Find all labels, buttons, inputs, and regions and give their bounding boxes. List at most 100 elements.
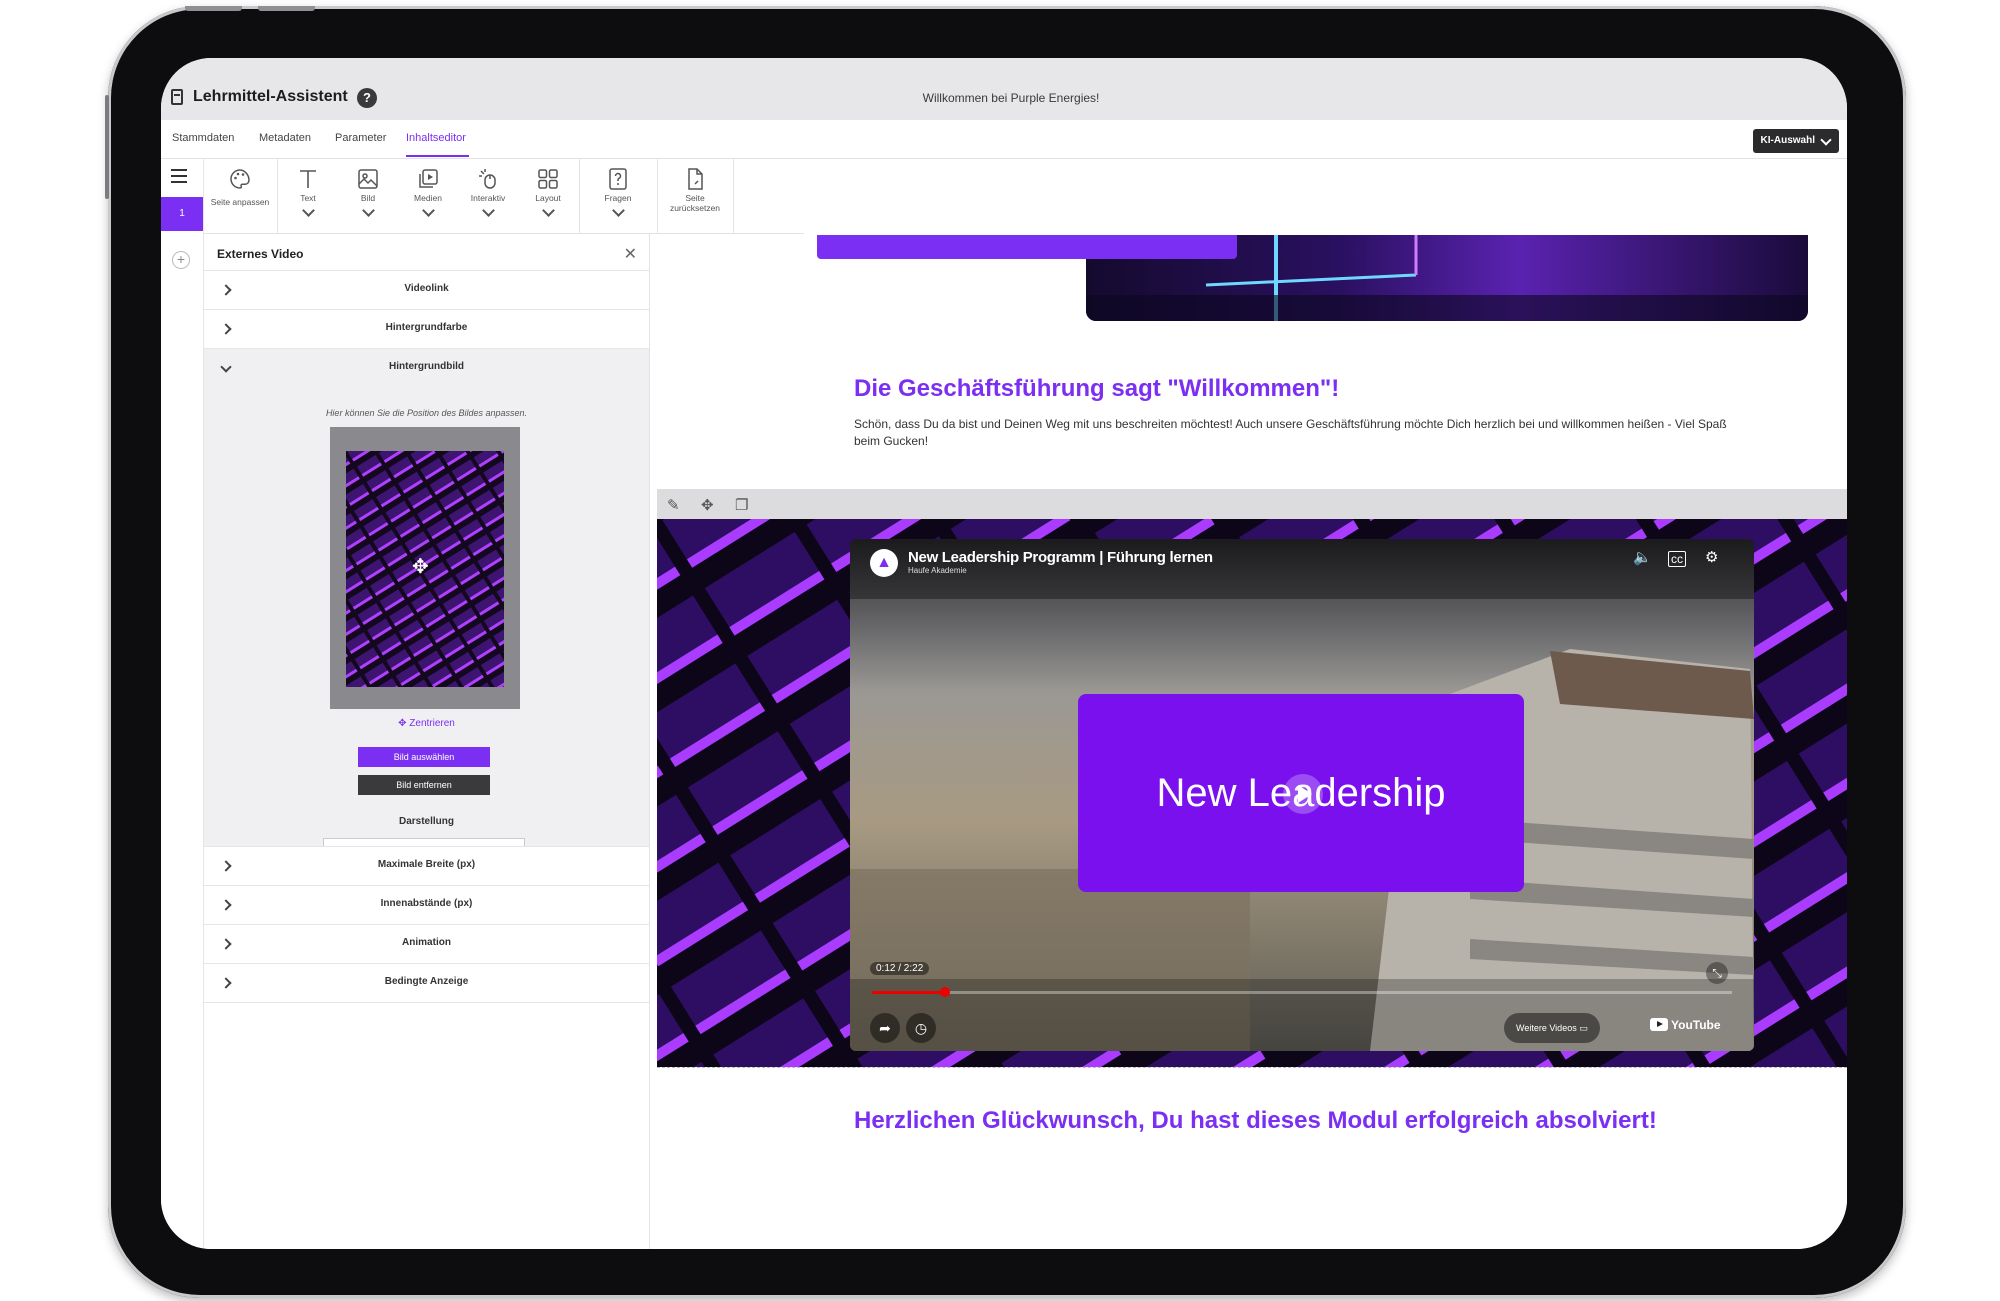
settings-gear-icon[interactable]: ⚙ <box>1705 548 1718 566</box>
tool-layout[interactable]: Layout <box>518 159 578 233</box>
center-label: Zentrieren <box>409 718 455 729</box>
more-videos-button[interactable]: Weitere Videos ▭ <box>1504 1013 1600 1043</box>
layout-icon <box>538 169 558 189</box>
video-title[interactable]: New Leadership Programm | Führung lernen <box>908 549 1213 566</box>
section-label: Videolink <box>404 283 449 294</box>
hamburger-menu-icon[interactable] <box>171 169 187 183</box>
tool-label: Fragen <box>604 193 632 203</box>
share-icon[interactable]: ➦ <box>870 1013 900 1043</box>
page-canvas: Die Geschäftsführung sagt "Willkommen"! … <box>653 235 1847 1249</box>
text-icon <box>300 170 316 188</box>
chevron-down-icon <box>421 204 435 217</box>
active-tab-indicator <box>406 155 469 157</box>
tool-label: Medien <box>414 193 442 203</box>
captions-icon[interactable]: cc <box>1668 551 1686 567</box>
youtube-brand: YouTube <box>1671 1018 1721 1032</box>
heading-welcome: Die Geschäftsführung sagt "Willkommen"! <box>854 375 1340 402</box>
section-videolink[interactable]: Videolink <box>204 270 649 309</box>
page-rail: 1 + <box>161 159 204 1249</box>
tool-seite-zuruecksetzen[interactable]: Seite zurücksetzen <box>658 159 732 233</box>
move-icon[interactable]: ✥ <box>412 557 429 577</box>
edit-pencil-icon[interactable]: ✎ <box>667 496 680 514</box>
video-channel[interactable]: Haufe Akademie <box>908 566 967 575</box>
youtube-embed[interactable]: ▲ New Leadership Programm | Führung lern… <box>850 539 1754 1051</box>
tab-stammdaten[interactable]: Stammdaten <box>172 132 234 144</box>
tab-bar: Stammdaten Metadaten Parameter Inhaltsed… <box>161 120 1847 159</box>
display-label: Darstellung <box>398 816 454 827</box>
external-video-block[interactable]: ▲ New Leadership Programm | Führung lern… <box>657 519 1847 1068</box>
chevron-down-icon <box>541 204 555 217</box>
tool-medien[interactable]: Medien <box>398 159 458 233</box>
close-icon[interactable]: ✕ <box>624 244 637 264</box>
properties-panel: Externes Video ✕ Videolink Hintergrundfa… <box>204 234 650 1249</box>
section-bedingte-anzeige[interactable]: Bedingte Anzeige <box>204 963 649 1003</box>
select-image-button[interactable]: Bild auswählen <box>358 747 490 767</box>
tool-interaktiv[interactable]: Interaktiv <box>458 159 518 233</box>
media-icon <box>419 169 438 188</box>
section-label: Hintergrundfarbe <box>385 322 468 333</box>
section-animation[interactable]: Animation <box>204 924 649 963</box>
youtube-logo[interactable]: YouTube <box>1650 1018 1721 1032</box>
section-innenabstaende[interactable]: Innenabstände (px) <box>204 885 649 924</box>
section-label[interactable]: Hintergrundbild <box>204 361 649 372</box>
tool-label: Seite zurücksetzen <box>669 193 721 213</box>
image-icon <box>358 169 378 189</box>
video-time: 0:12 / 2:22 <box>870 962 930 975</box>
duplicate-block-icon[interactable]: ❐ <box>735 496 748 514</box>
section-label: Maximale Breite (px) <box>377 859 476 870</box>
watch-later-clock-icon[interactable]: ◷ <box>906 1013 936 1043</box>
section-max-breite[interactable]: Maximale Breite (px) <box>204 846 649 885</box>
title-card: New Leadership <box>1078 694 1524 892</box>
fullscreen-icon[interactable]: ⤡ <box>1706 962 1728 984</box>
tab-metadaten[interactable]: Metadaten <box>259 132 311 144</box>
remove-image-button[interactable]: Bild entfernen <box>358 775 490 795</box>
position-hint: Hier können Sie die Position des Bildes … <box>325 408 528 418</box>
center-link[interactable]: ✥ Zentrieren <box>204 718 649 729</box>
device-button-top-left <box>185 6 242 11</box>
progress-bar[interactable] <box>872 987 1732 997</box>
help-icon[interactable]: ? <box>357 88 377 108</box>
section-label: Animation <box>402 937 451 948</box>
add-page-icon[interactable]: + <box>172 251 190 269</box>
volume-icon[interactable]: 🔈 <box>1633 548 1652 566</box>
page-thumbnail-1[interactable]: 1 <box>161 197 203 231</box>
tool-bild[interactable]: Bild <box>338 159 398 233</box>
image-position-editor[interactable]: ✥ <box>330 427 520 709</box>
section-hintergrundfarbe[interactable]: Hintergrundfarbe <box>204 309 649 348</box>
more-videos-label: Weitere Videos <box>1516 1023 1577 1033</box>
tab-parameter[interactable]: Parameter <box>335 132 386 144</box>
device-side-button <box>105 95 109 199</box>
tool-label: Bild <box>360 193 376 203</box>
progress-fill <box>872 991 946 994</box>
palette-icon <box>230 169 250 189</box>
welcome-text: Willkommen bei Purple Energies! <box>922 91 1100 105</box>
tool-label: Text <box>300 193 316 203</box>
interactive-icon <box>479 169 496 189</box>
tab-inhaltseditor[interactable]: Inhaltseditor <box>406 132 466 144</box>
app-screen: Lehrmittel-Assistent ? Willkommen bei Pu… <box>161 58 1847 1249</box>
tool-label: Seite anpassen <box>210 197 270 207</box>
tool-text[interactable]: Text <box>278 159 338 233</box>
app-title: Lehrmittel-Assistent <box>193 88 348 105</box>
hero-accent-bar <box>817 235 1237 259</box>
ki-auswahl-dropdown[interactable]: KI-Auswahl <box>1752 129 1839 153</box>
tool-seite-anpassen[interactable]: Seite anpassen <box>204 159 276 233</box>
play-button[interactable] <box>1283 774 1323 814</box>
document-icon <box>171 89 183 105</box>
move-block-icon[interactable]: ✥ <box>701 496 714 514</box>
chevron-down-icon <box>361 204 375 217</box>
toolbar-divider <box>733 159 734 233</box>
title-bar: Lehrmittel-Assistent ? Willkommen bei Pu… <box>161 58 1847 120</box>
section-hintergrundbild: Hintergrundbild Hier können Sie die Posi… <box>204 348 649 860</box>
tool-fragen[interactable]: Fragen <box>580 159 656 233</box>
panel-title: Externes Video <box>217 247 304 261</box>
device-button-top-right <box>258 6 315 11</box>
youtube-play-icon <box>1650 1018 1668 1031</box>
editor-toolbar: Seite anpassen Text Bild Medien Interakt… <box>204 159 804 234</box>
chevron-down-icon <box>611 204 625 217</box>
heading-congrats: Herzlichen Glückwunsch, Du hast dieses M… <box>854 1107 1657 1134</box>
section-label: Innenabstände (px) <box>380 898 473 909</box>
tool-label: Interaktiv <box>470 193 506 203</box>
chevron-down-icon <box>301 204 315 217</box>
channel-logo[interactable]: ▲ <box>870 549 898 577</box>
